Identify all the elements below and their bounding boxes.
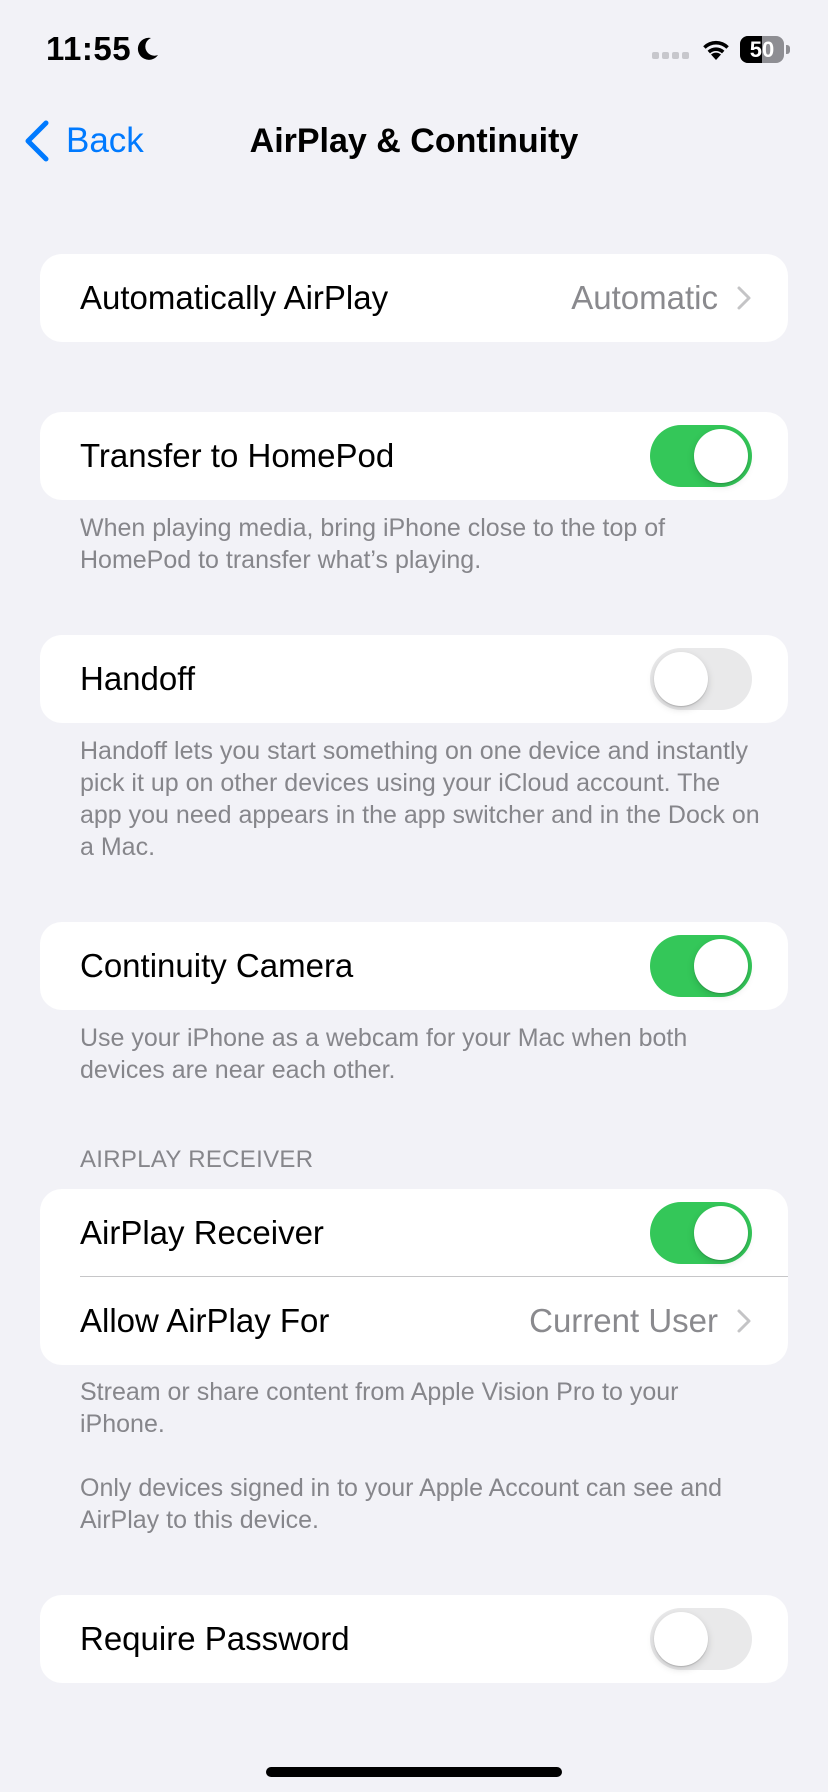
continuity-camera-label: Continuity Camera [80, 947, 354, 984]
handoff-toggle[interactable] [650, 648, 752, 710]
continuity-camera-toggle[interactable] [650, 935, 752, 997]
toggle-knob [654, 1612, 708, 1666]
handoff-group: Handoff [40, 635, 788, 723]
back-label: Back [66, 121, 144, 160]
require-password-toggle[interactable] [650, 1608, 752, 1670]
navigation-bar: AirPlay & Continuity Back [0, 104, 828, 178]
airplay-receiver-section-header: AIRPLAY RECEIVER [80, 1146, 314, 1173]
wifi-icon [703, 40, 729, 60]
settings-screen: 11:55 50 AirPlay & Continuity Back Autom… [0, 0, 828, 1792]
cellular-signal-icon [652, 52, 689, 59]
chevron-right-icon [737, 286, 751, 310]
continuity-camera-group: Continuity Camera [40, 922, 788, 1010]
continuity-camera-row: Continuity Camera [40, 922, 788, 1010]
handoff-label: Handoff [80, 660, 195, 697]
battery-percent: 50 [749, 37, 775, 62]
back-button[interactable]: Back [22, 116, 144, 166]
battery-body: 50 [740, 36, 784, 63]
airplay-receiver-footer-2: Only devices signed in to your Apple Acc… [80, 1474, 723, 1534]
toggle-knob [694, 429, 748, 483]
transfer-homepod-footer: When playing media, bring iPhone close t… [80, 514, 666, 574]
transfer-homepod-toggle[interactable] [650, 425, 752, 487]
airplay-receiver-row: AirPlay Receiver [40, 1189, 788, 1277]
transfer-homepod-row: Transfer to HomePod [40, 412, 788, 500]
automatically-airplay-row[interactable]: Automatically AirPlay Automatic [40, 254, 788, 342]
handoff-row: Handoff [40, 635, 788, 723]
transfer-homepod-label: Transfer to HomePod [80, 437, 395, 474]
transfer-homepod-group: Transfer to HomePod [40, 412, 788, 500]
continuity-camera-footer: Use your iPhone as a webcam for your Mac… [80, 1024, 688, 1084]
require-password-group: Require Password [40, 1595, 788, 1683]
airplay-receiver-toggle[interactable] [650, 1202, 752, 1264]
automatically-airplay-group: Automatically AirPlay Automatic [40, 254, 788, 342]
handoff-footer: Handoff lets you start something on one … [80, 737, 760, 861]
status-time: 11:55 [46, 30, 132, 67]
allow-airplay-for-row[interactable]: Allow AirPlay For Current User [40, 1277, 788, 1365]
battery-icon: 50 [740, 36, 790, 63]
moon-icon [137, 37, 158, 60]
chevron-right-icon [737, 1309, 751, 1333]
airplay-receiver-group: AirPlay Receiver Allow AirPlay For Curre… [40, 1189, 788, 1365]
chevron-left-icon [25, 120, 49, 162]
toggle-knob [694, 939, 748, 993]
toggle-knob [654, 652, 708, 706]
battery-cap [786, 45, 790, 54]
airplay-receiver-label: AirPlay Receiver [80, 1214, 324, 1251]
automatically-airplay-label: Automatically AirPlay [80, 279, 389, 316]
require-password-row: Require Password [40, 1595, 788, 1683]
airplay-receiver-footer-1: Stream or share content from Apple Visio… [80, 1378, 679, 1438]
require-password-label: Require Password [80, 1620, 350, 1657]
allow-airplay-for-value: Current User [529, 1302, 718, 1339]
home-indicator [266, 1767, 562, 1777]
toggle-knob [694, 1206, 748, 1260]
status-bar: 11:55 50 [0, 0, 828, 100]
automatically-airplay-value: Automatic [571, 279, 718, 316]
allow-airplay-for-label: Allow AirPlay For [80, 1302, 330, 1339]
